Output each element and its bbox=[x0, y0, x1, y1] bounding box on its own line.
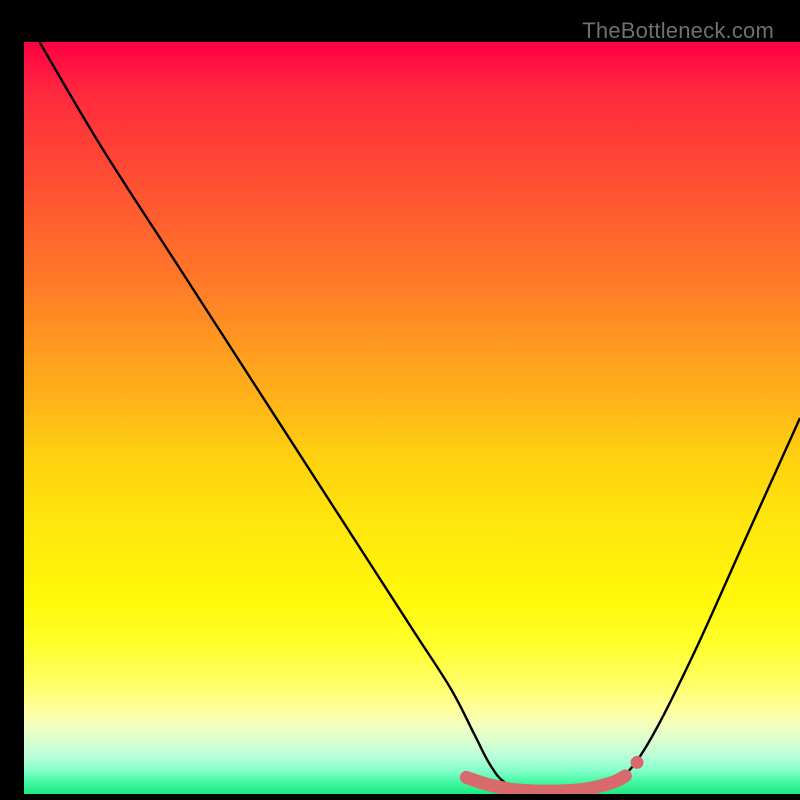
segment-end-dot bbox=[631, 756, 644, 769]
chart-svg bbox=[24, 42, 800, 794]
main-curve bbox=[40, 42, 800, 793]
plot-area bbox=[24, 42, 800, 794]
watermark-text: TheBottleneck.com bbox=[582, 18, 774, 44]
chart-frame: TheBottleneck.com bbox=[12, 12, 788, 788]
flat-segment-marker bbox=[466, 776, 625, 791]
